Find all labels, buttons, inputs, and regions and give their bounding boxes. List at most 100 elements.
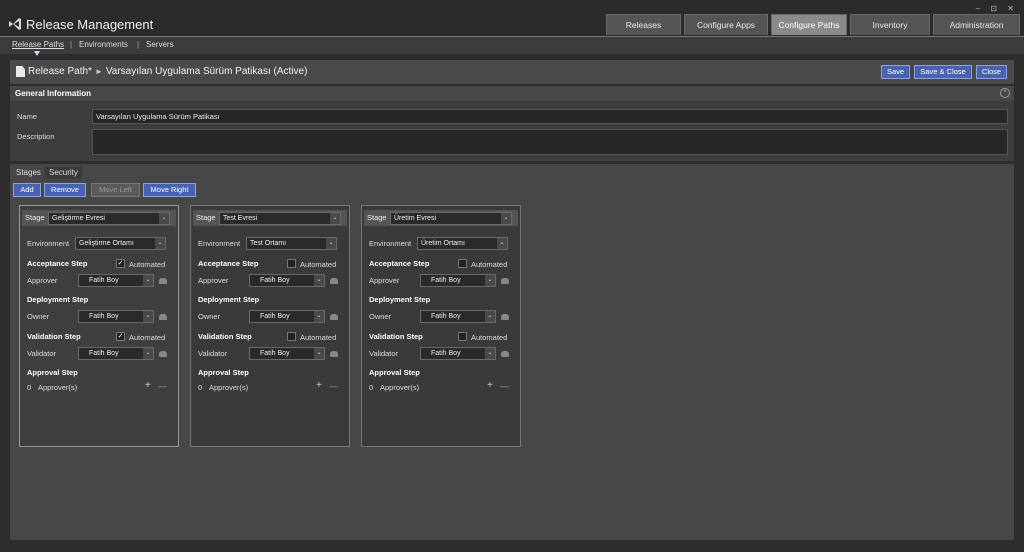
remove-approver-icon[interactable]: — [329, 382, 338, 391]
stage-dropdown[interactable]: Üretim Evresi ⌄ [390, 212, 512, 225]
tab-inventory[interactable]: Inventory [850, 14, 930, 35]
approvers-label: Approver(s) [380, 383, 420, 392]
approval-step-heading: Approval Step [198, 368, 249, 377]
acceptance-automated-checkbox[interactable]: ✓ [116, 259, 125, 268]
validator-dropdown[interactable]: Fatih Boy ⌄ [420, 347, 496, 360]
chevron-down-icon: ⌄ [485, 311, 495, 322]
approver-label: Approver [369, 276, 400, 285]
people-icon[interactable] [501, 278, 509, 284]
validation-step-heading: Validation Step [198, 332, 252, 341]
sub-navigation: Release Paths | Environments | Servers [0, 36, 1024, 54]
approvers-label: Approver(s) [209, 383, 249, 392]
approver-label: Approver [198, 276, 229, 285]
general-information-title: General Information [15, 89, 92, 98]
chevron-down-icon: ⌄ [155, 238, 165, 249]
validator-dropdown[interactable]: Fatih Boy ⌄ [249, 347, 325, 360]
automated-label: Automated [471, 333, 508, 342]
chevron-down-icon: ⌄ [485, 275, 495, 286]
acceptance-step-heading: Acceptance Step [198, 259, 259, 268]
save-button[interactable]: Save [881, 65, 910, 79]
validator-label: Validator [198, 349, 228, 358]
stage-dropdown[interactable]: Geliştirme Evresi ⌄ [48, 212, 170, 225]
document-icon [16, 66, 25, 77]
stage-card: Stage Üretim Evresi ⌄ Environment Üretim … [361, 205, 521, 447]
chevron-down-icon: ⌄ [143, 275, 153, 286]
people-icon[interactable] [330, 278, 338, 284]
stage-label: Stage [25, 213, 45, 222]
window-controls[interactable]: ‒ ⊡ ✕ [976, 4, 1018, 13]
people-icon[interactable] [159, 278, 167, 284]
people-icon[interactable] [330, 351, 338, 357]
title-bar: Release Management ‒ ⊡ ✕ Releases Config… [0, 0, 1024, 36]
chevron-down-icon: ⌄ [314, 348, 324, 359]
environment-dropdown[interactable]: Geliştirme Ortamı ⌄ [75, 237, 166, 250]
people-icon[interactable] [159, 351, 167, 357]
move-left-button[interactable]: Move Left [91, 183, 140, 197]
stage-label: Stage [196, 213, 216, 222]
tab-security[interactable]: Security [45, 167, 82, 179]
name-label: Name [17, 112, 38, 121]
owner-label: Owner [27, 312, 50, 321]
breadcrumb-arrow-icon: ► [94, 67, 103, 76]
validation-automated-checkbox[interactable]: ✓ [116, 332, 125, 341]
chevron-down-icon: ⌄ [326, 238, 336, 249]
owner-dropdown[interactable]: Fatih Boy ⌄ [78, 310, 154, 323]
breadcrumb-root[interactable]: Release Path* [28, 66, 92, 77]
validation-automated-checkbox[interactable] [458, 332, 467, 341]
owner-dropdown[interactable]: Fatih Boy ⌄ [249, 310, 325, 323]
add-approver-icon[interactable]: + [145, 381, 151, 391]
automated-label: Automated [471, 260, 508, 269]
subnav-release-paths[interactable]: Release Paths [12, 40, 64, 49]
validator-label: Validator [27, 349, 57, 358]
app-title: Release Management [26, 17, 154, 32]
move-right-button[interactable]: Move Right [143, 183, 196, 197]
description-field[interactable] [92, 129, 1008, 155]
stage-card: Stage Test Evresi ⌄ Environment Test Orta… [190, 205, 350, 447]
tab-configure-apps[interactable]: Configure Apps [684, 14, 768, 35]
subnav-environments[interactable]: Environments [79, 40, 128, 49]
add-approver-icon[interactable]: + [316, 381, 322, 391]
people-icon[interactable] [330, 314, 338, 320]
tab-administration[interactable]: Administration [933, 14, 1020, 35]
validator-dropdown[interactable]: Fatih Boy ⌄ [78, 347, 154, 360]
chevron-down-icon: ⌄ [497, 238, 507, 249]
tab-stages[interactable]: Stages [12, 167, 45, 179]
approver-dropdown[interactable]: Fatih Boy ⌄ [420, 274, 496, 287]
approver-dropdown[interactable]: Fatih Boy ⌄ [249, 274, 325, 287]
subnav-separator: | [137, 40, 140, 49]
add-approver-icon[interactable]: + [487, 381, 493, 391]
save-and-close-button[interactable]: Save & Close [914, 65, 972, 79]
stage-label: Stage [367, 213, 387, 222]
tab-releases[interactable]: Releases [606, 14, 681, 35]
tab-configure-paths[interactable]: Configure Paths [771, 14, 847, 35]
remove-approver-icon[interactable]: — [158, 382, 167, 391]
collapse-icon[interactable]: ^ [1000, 88, 1010, 98]
environment-dropdown[interactable]: Test Ortamı ⌄ [246, 237, 337, 250]
people-icon[interactable] [159, 314, 167, 320]
remove-stage-button[interactable]: Remove [44, 183, 86, 197]
add-stage-button[interactable]: Add [13, 183, 41, 197]
subnav-servers[interactable]: Servers [146, 40, 174, 49]
stage-card: Stage Geliştirme Evresi ⌄ Environment Gel… [19, 205, 179, 447]
main-tabs: Releases Configure Apps Configure Paths … [606, 14, 1020, 35]
chevron-down-icon: ⌄ [330, 213, 340, 224]
remove-approver-icon[interactable]: — [500, 382, 509, 391]
environment-dropdown[interactable]: Üretim Ortamı ⌄ [417, 237, 508, 250]
name-field[interactable]: Varsayılan Uygulama Sürüm Patikası [92, 109, 1008, 124]
validation-step-heading: Validation Step [27, 332, 81, 341]
stage-dropdown[interactable]: Test Evresi ⌄ [219, 212, 341, 225]
acceptance-automated-checkbox[interactable] [458, 259, 467, 268]
close-button[interactable]: Close [976, 65, 1007, 79]
validation-automated-checkbox[interactable] [287, 332, 296, 341]
approver-dropdown[interactable]: Fatih Boy ⌄ [78, 274, 154, 287]
people-icon[interactable] [501, 351, 509, 357]
chevron-down-icon: ⌄ [159, 213, 169, 224]
approvers-count: 0 [369, 383, 374, 392]
people-icon[interactable] [501, 314, 509, 320]
owner-label: Owner [369, 312, 392, 321]
acceptance-automated-checkbox[interactable] [287, 259, 296, 268]
validator-label: Validator [369, 349, 399, 358]
automated-label: Automated [129, 260, 166, 269]
owner-dropdown[interactable]: Fatih Boy ⌄ [420, 310, 496, 323]
description-label: Description [17, 132, 55, 141]
